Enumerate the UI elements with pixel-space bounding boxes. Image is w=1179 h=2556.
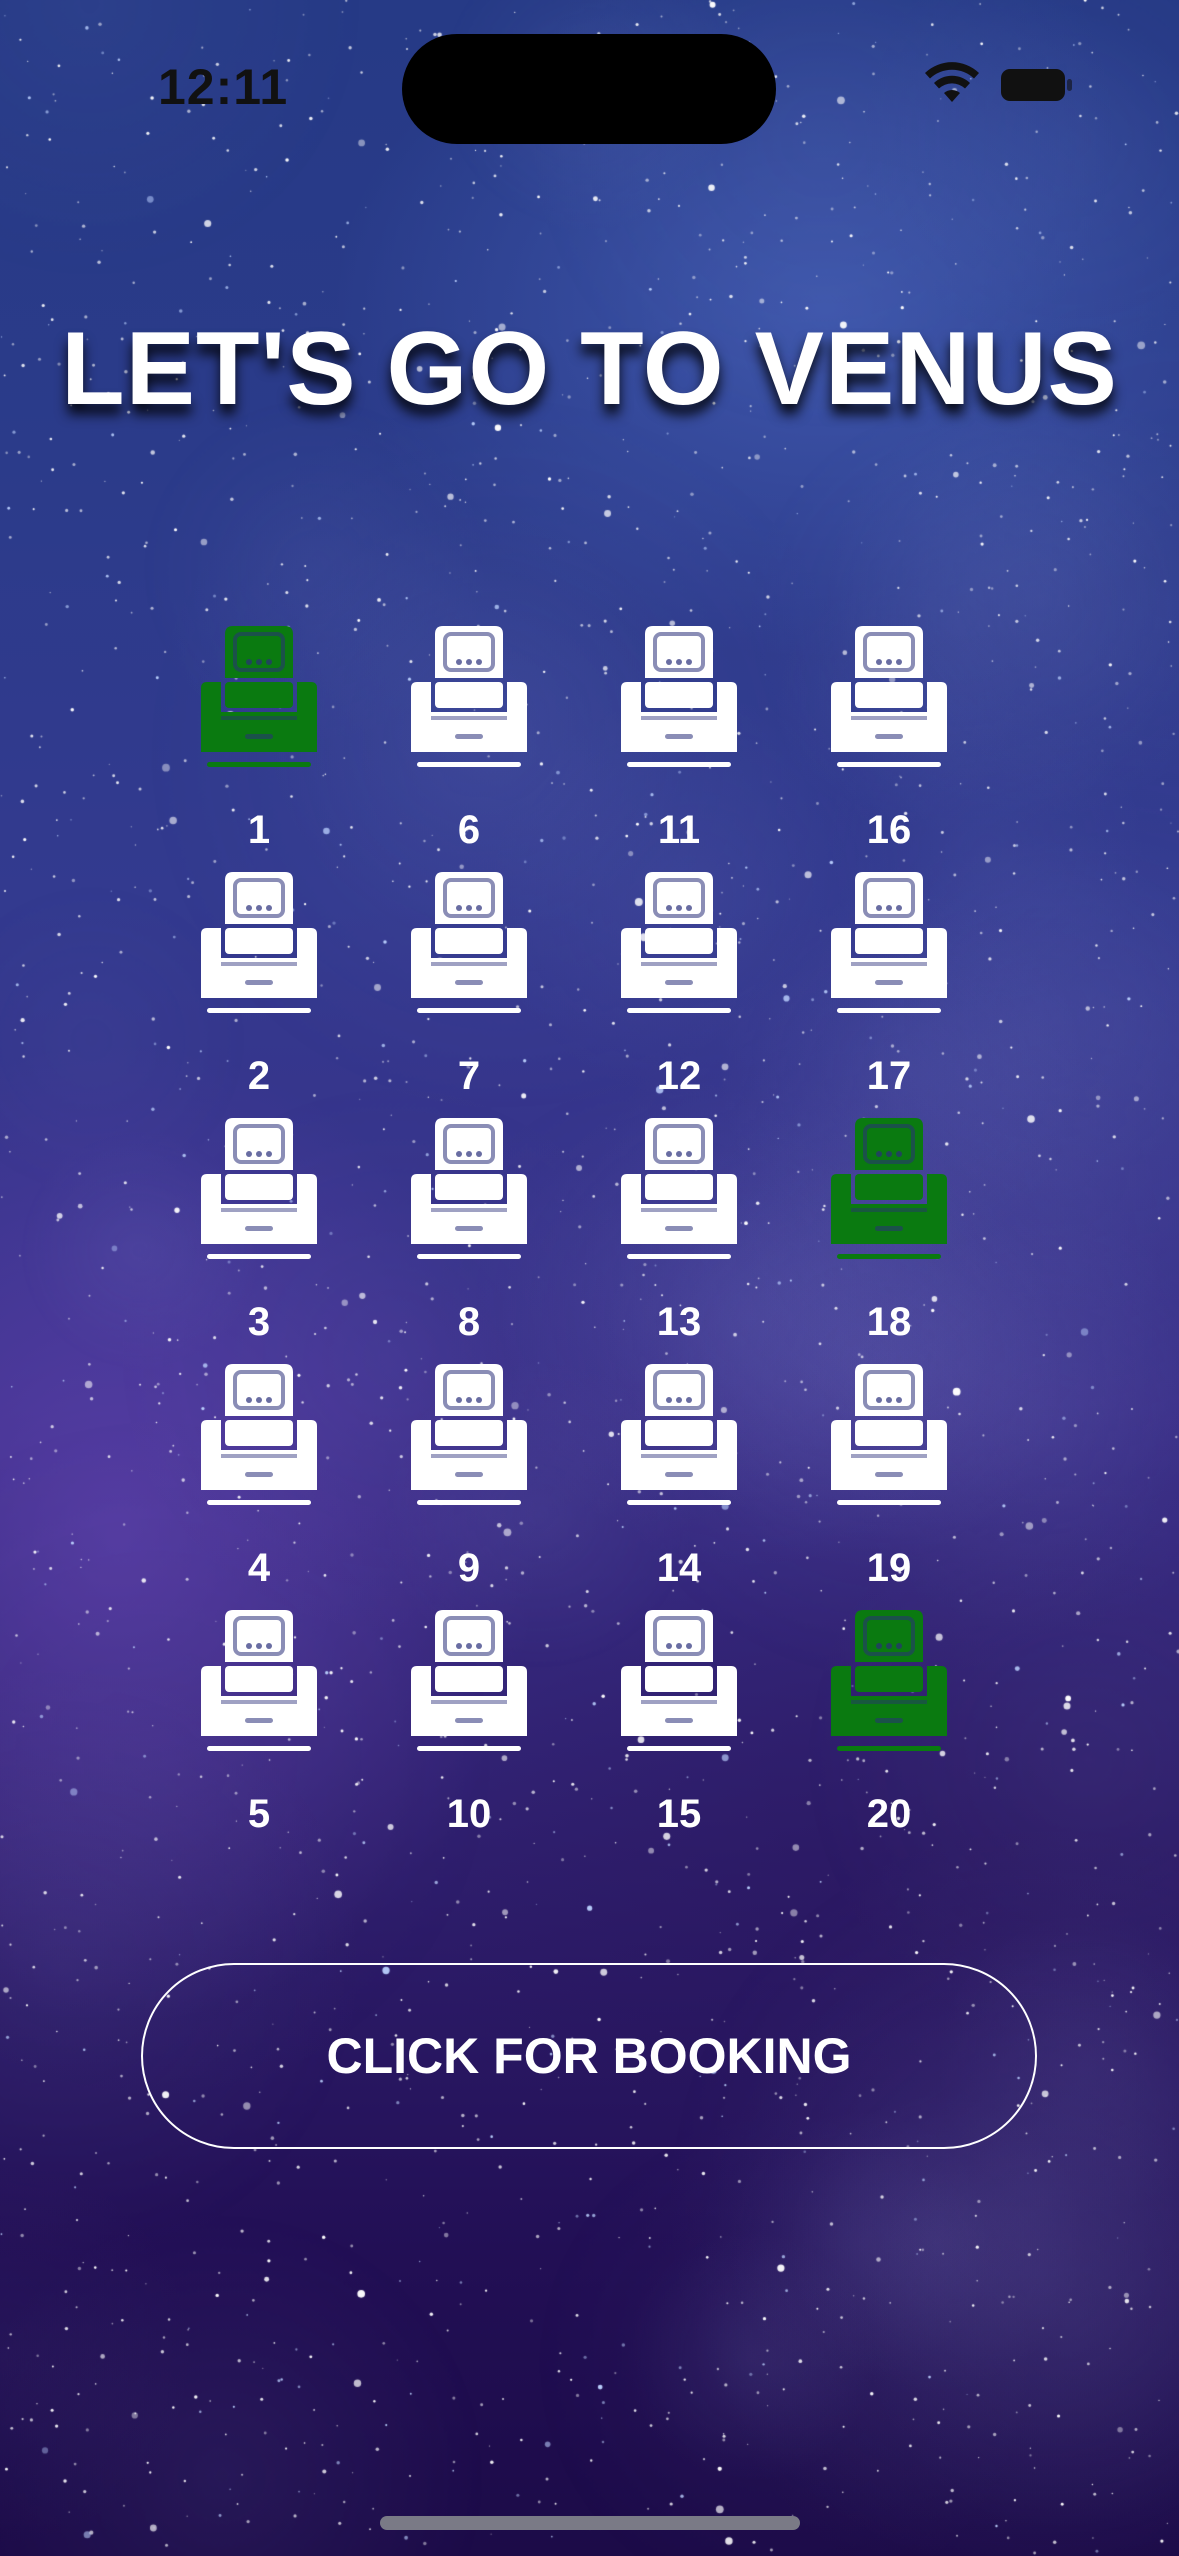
seat-4[interactable]: 4 bbox=[184, 1338, 334, 1590]
seat-8[interactable]: 8 bbox=[394, 1092, 544, 1344]
seat-number: 15 bbox=[656, 1792, 702, 1836]
dynamic-island bbox=[402, 34, 776, 144]
seat-2[interactable]: 2 bbox=[184, 846, 334, 1098]
seat-16[interactable]: 16 bbox=[814, 600, 964, 852]
seat-13[interactable]: 13 bbox=[604, 1092, 754, 1344]
seat-17[interactable]: 17 bbox=[814, 846, 964, 1098]
wifi-icon bbox=[925, 62, 979, 102]
seat-7[interactable]: 7 bbox=[394, 846, 544, 1098]
status-time: 12:11 bbox=[158, 59, 289, 115]
seat-10[interactable]: 10 bbox=[394, 1584, 544, 1836]
seat-6[interactable]: 6 bbox=[394, 600, 544, 852]
seat-5[interactable]: 5 bbox=[184, 1584, 334, 1836]
seat-number: 20 bbox=[866, 1792, 912, 1836]
seat-11[interactable]: 11 bbox=[604, 600, 754, 852]
seat-1-selected[interactable]: 1 bbox=[184, 600, 334, 852]
seat-15[interactable]: 15 bbox=[604, 1584, 754, 1836]
battery-icon bbox=[1001, 69, 1072, 101]
seat-20-selected[interactable]: 20 bbox=[814, 1584, 964, 1836]
seat-12[interactable]: 12 bbox=[604, 846, 754, 1098]
page-title: LET'S GO TO VENUS bbox=[61, 311, 1118, 427]
status-bar: 12:11 bbox=[0, 0, 1179, 170]
seat-number: 10 bbox=[446, 1792, 492, 1836]
booking-button[interactable]: CLICK FOR BOOKING bbox=[141, 1963, 1037, 2149]
seat-number: 5 bbox=[247, 1792, 271, 1836]
seat-9[interactable]: 9 bbox=[394, 1338, 544, 1590]
seat-19[interactable]: 19 bbox=[814, 1338, 964, 1590]
seat-14[interactable]: 14 bbox=[604, 1338, 754, 1590]
home-indicator bbox=[380, 2516, 800, 2530]
seat-3[interactable]: 3 bbox=[184, 1092, 334, 1344]
seat-18-selected[interactable]: 18 bbox=[814, 1092, 964, 1344]
